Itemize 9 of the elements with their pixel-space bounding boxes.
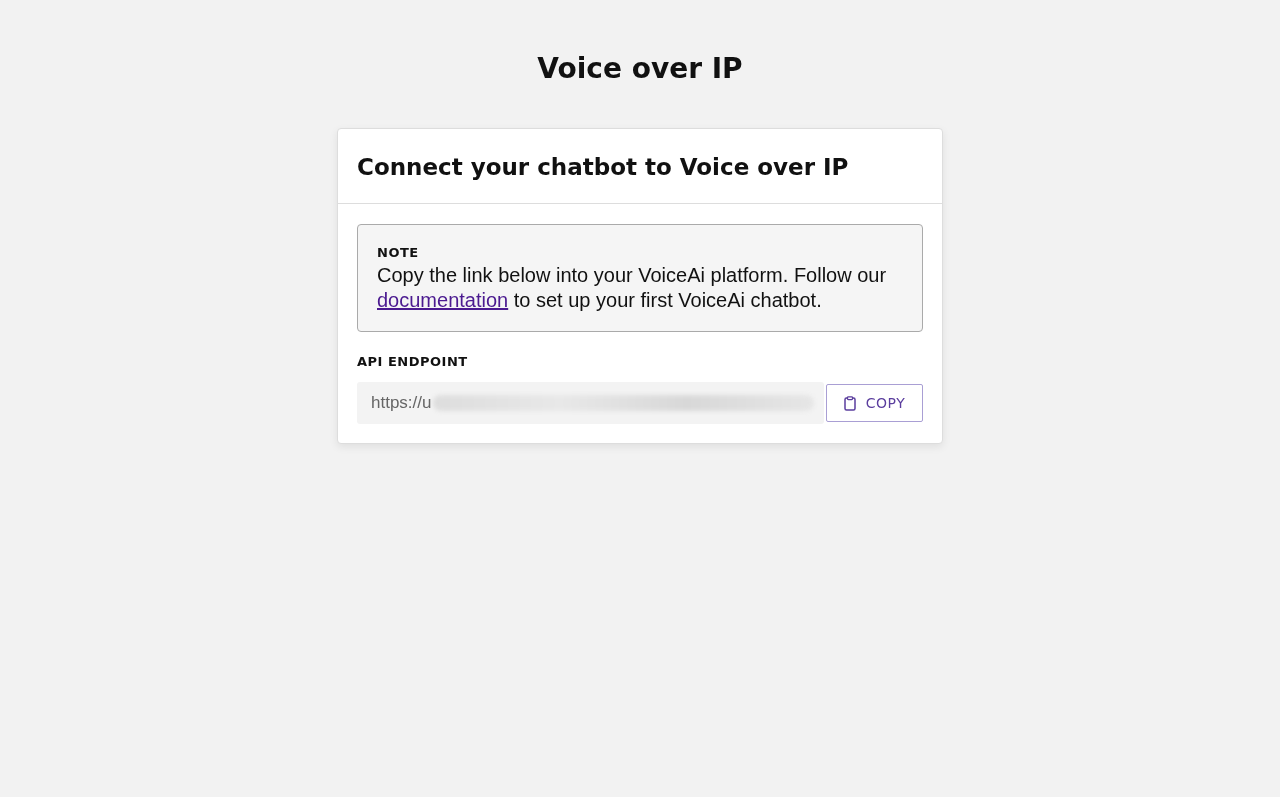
card-title: Connect your chatbot to Voice over IP (357, 153, 850, 182)
note-text: Copy the link below into your VoiceAi platform. Follow our documentation to set up your first VoiceAi chatbot. (377, 263, 888, 313)
endpoint-field[interactable]: https://u (357, 382, 824, 424)
documentation-link[interactable]: documentation (377, 289, 509, 311)
page-title: Voice over IP (536, 51, 744, 87)
copy-button[interactable]: COPY (826, 384, 923, 422)
clipboard-icon (843, 395, 856, 411)
field-label: API ENDPOINT (357, 354, 469, 370)
note-label: NOTE (377, 245, 420, 261)
